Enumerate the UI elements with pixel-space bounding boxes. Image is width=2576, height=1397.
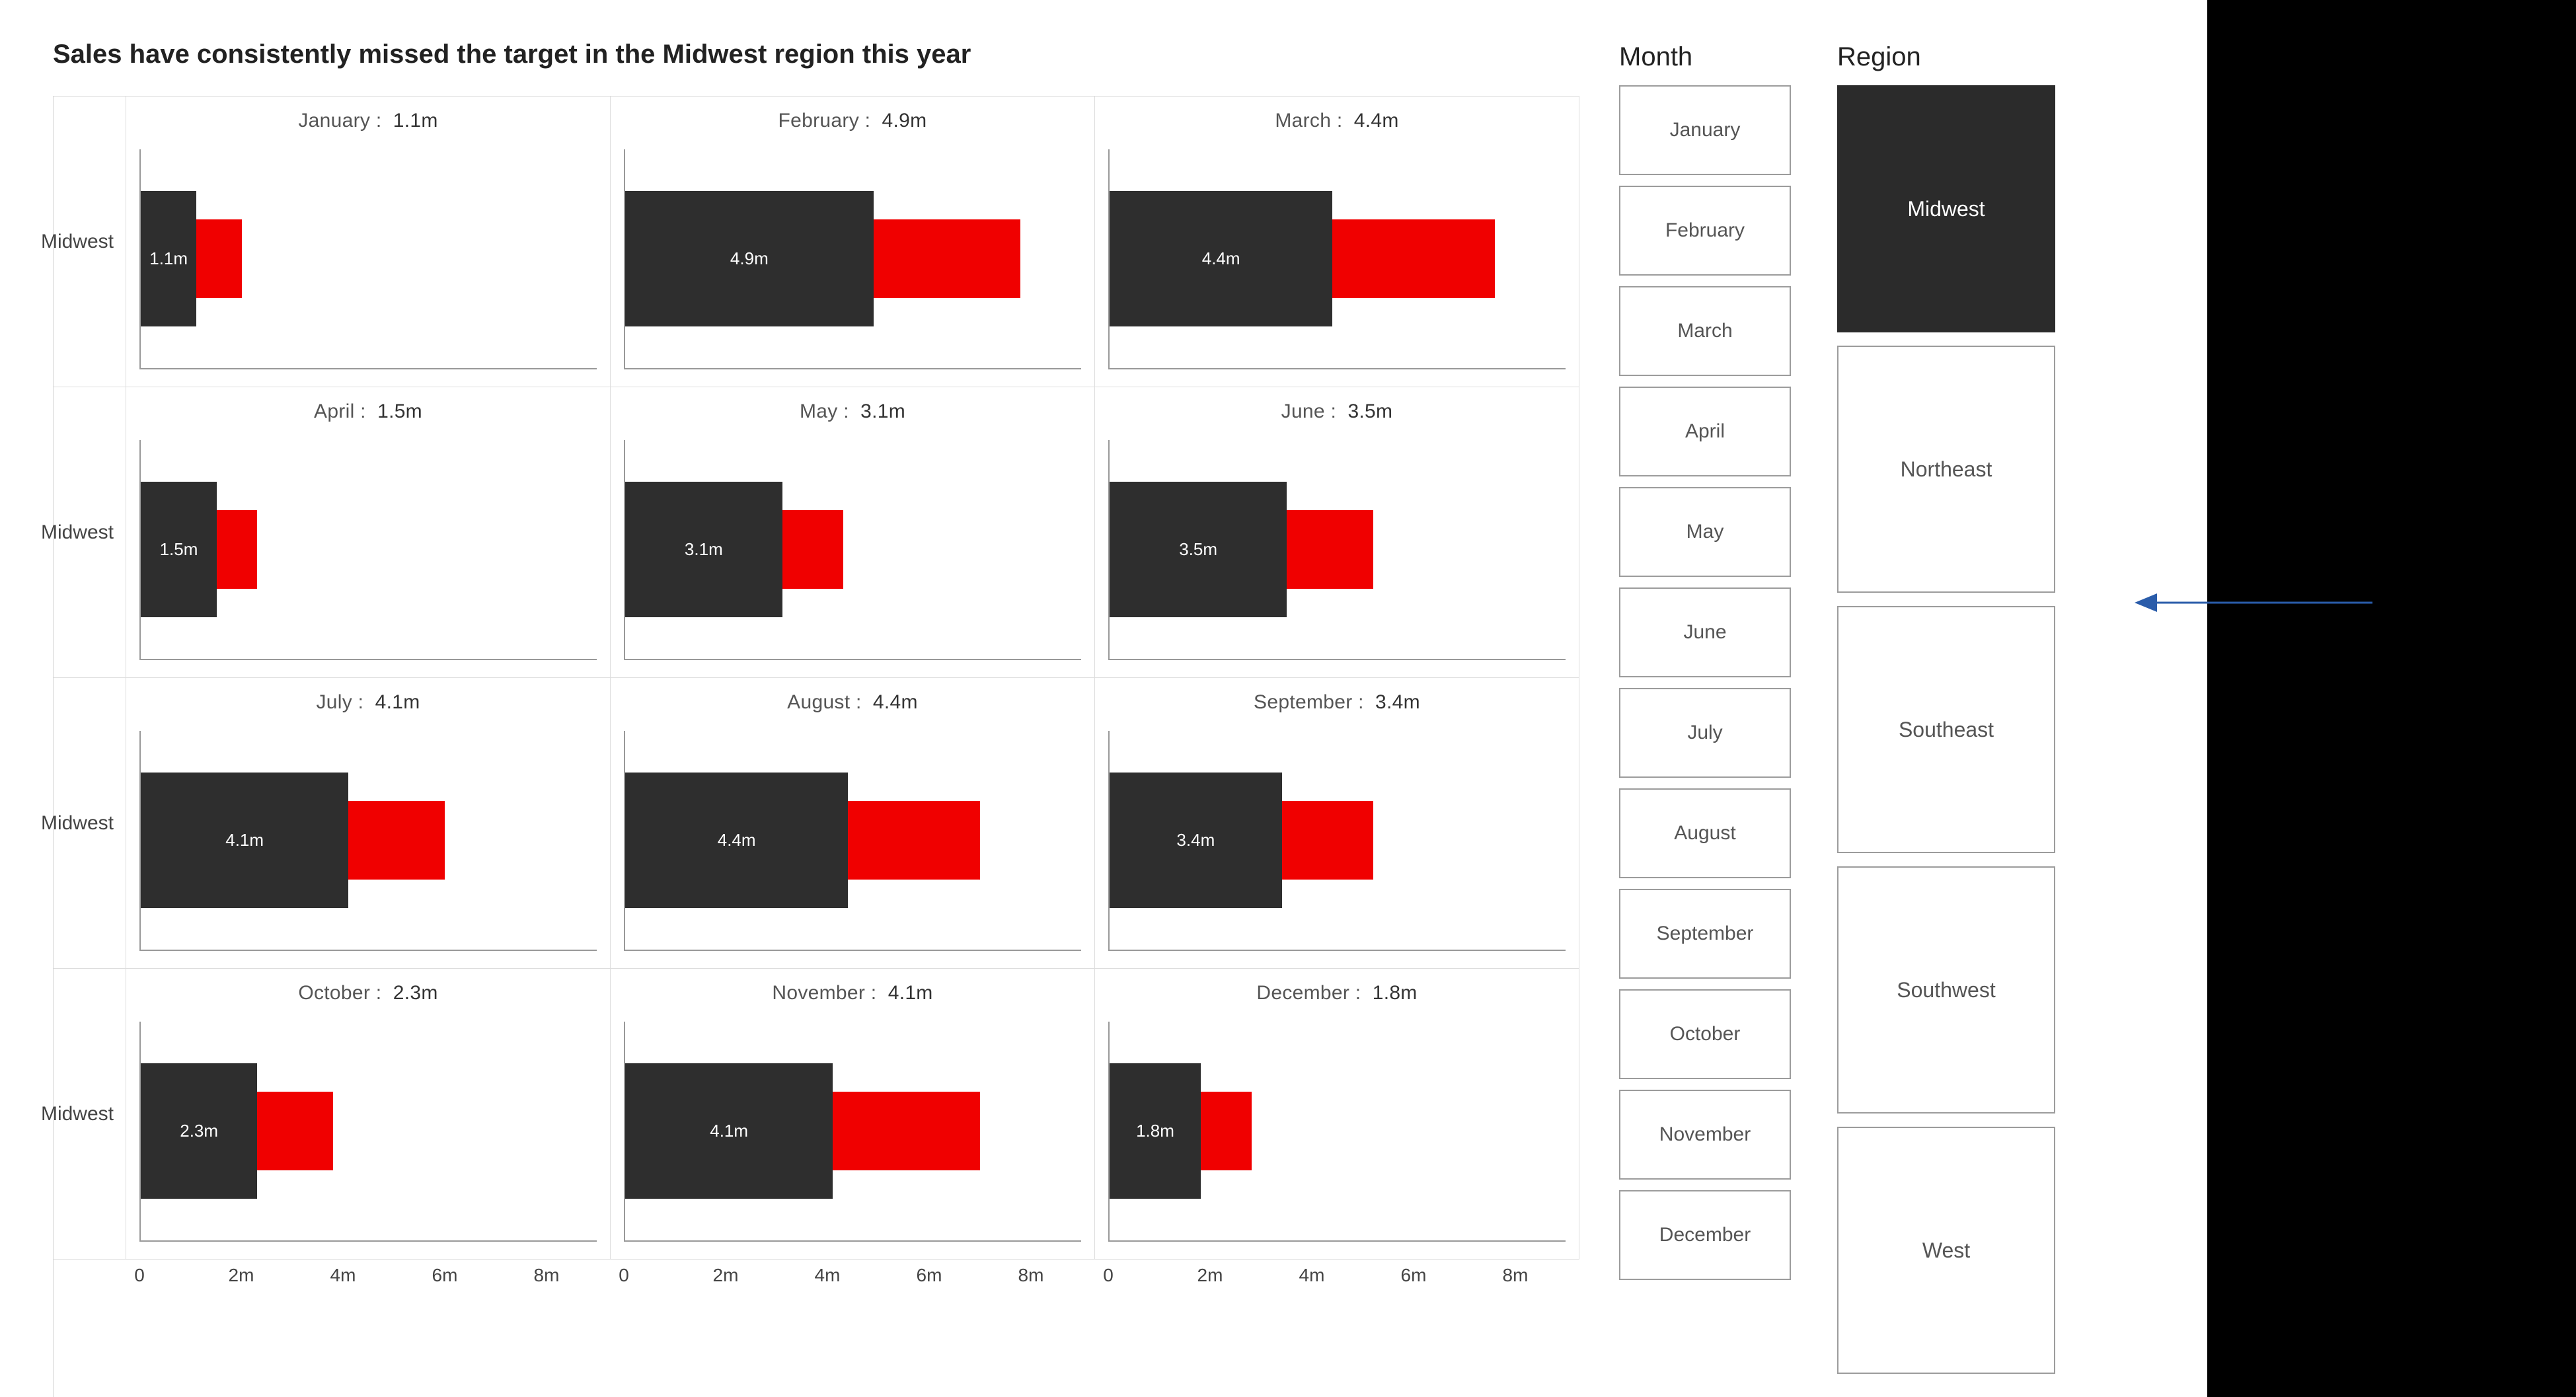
x-axis-tick: 2m xyxy=(1197,1265,1223,1286)
slicer-month-title: Month xyxy=(1619,42,1791,72)
panel-title: October : 2.3m xyxy=(139,982,597,1004)
chart-panel: December : 1.8m 1.8m xyxy=(1095,969,1579,1260)
x-axis-tick: 6m xyxy=(1401,1265,1427,1286)
slicer-region: Region MidwestNortheastSoutheastSouthwes… xyxy=(1837,42,2055,1357)
slicer-month-tile[interactable]: July xyxy=(1619,688,1791,778)
panel-title: April : 1.5m xyxy=(139,400,597,423)
bar-actual: 1.5m xyxy=(141,482,217,617)
x-axis-tick: 4m xyxy=(1299,1265,1325,1286)
bar-actual: 3.5m xyxy=(1110,482,1287,617)
panel-title: January : 1.1m xyxy=(139,110,597,132)
x-axis: 0 2m 4m 6m 8m xyxy=(126,1260,611,1319)
letterbox-right xyxy=(2207,0,2576,1397)
slicer-month: Month January February March April May June Ju… xyxy=(1619,42,1791,1357)
bar-actual: 4.1m xyxy=(625,1063,833,1199)
slicer-region-title: Region xyxy=(1837,42,2055,72)
x-axis-tick: 4m xyxy=(815,1265,841,1286)
slicer-month-tile[interactable]: April xyxy=(1619,387,1791,476)
slicer-month-tile[interactable]: March xyxy=(1619,286,1791,376)
slicer-month-tile[interactable]: January xyxy=(1619,85,1791,175)
panel-plot-area: 2.3m xyxy=(139,1022,597,1242)
y-axis-category-label: Midwest xyxy=(54,969,126,1260)
panel-title: February : 4.9m xyxy=(624,110,1081,132)
slicer-region-tile[interactable]: Southwest xyxy=(1837,866,2055,1114)
panel-plot-area: 1.1m xyxy=(139,149,597,369)
panel-plot-area: 1.5m xyxy=(139,440,597,660)
x-axis-tick: 2m xyxy=(229,1265,254,1286)
panel-plot-area: 4.4m xyxy=(624,731,1081,951)
slicer-month-tile[interactable]: December xyxy=(1619,1190,1791,1280)
slicer-month-tile[interactable]: June xyxy=(1619,587,1791,677)
bar-actual: 4.9m xyxy=(625,191,874,326)
bar-actual: 4.1m xyxy=(141,773,348,908)
slicer-region-tile[interactable]: Midwest xyxy=(1837,85,2055,332)
chart-panel: April : 1.5m 1.5m xyxy=(126,387,611,678)
x-axis-tick: 8m xyxy=(534,1265,560,1286)
bar-actual: 1.1m xyxy=(141,191,196,326)
x-axis-tick: 2m xyxy=(713,1265,739,1286)
x-axis-tick: 0 xyxy=(1103,1265,1114,1286)
panel-title: March : 4.4m xyxy=(1108,110,1566,132)
panel-plot-area: 4.4m xyxy=(1108,149,1566,369)
panel-plot-area: 3.4m xyxy=(1108,731,1566,951)
panel-plot-area: 3.1m xyxy=(624,440,1081,660)
arrow-left-icon xyxy=(2135,593,2157,612)
chart-panel: October : 2.3m 2.3m xyxy=(126,969,611,1260)
slicer-region-tile[interactable]: Northeast xyxy=(1837,346,2055,593)
panel-title: December : 1.8m xyxy=(1108,982,1566,1004)
bar-actual: 4.4m xyxy=(1110,191,1332,326)
x-axis-tick: 0 xyxy=(619,1265,629,1286)
small-multiples-grid: Midwest January : 1.1m 1.1m February : 4.9m… xyxy=(53,96,1579,1397)
panel-plot-area: 4.1m xyxy=(139,731,597,951)
slicer-month-tile[interactable]: November xyxy=(1619,1090,1791,1180)
chart-panel: January : 1.1m 1.1m xyxy=(126,96,611,387)
x-axis-tick: 4m xyxy=(330,1265,356,1286)
chart-panel: November : 4.1m 4.1m xyxy=(611,969,1095,1260)
panel-title: July : 4.1m xyxy=(139,691,597,714)
panel-title: May : 3.1m xyxy=(624,400,1081,423)
bar-actual: 4.4m xyxy=(625,773,848,908)
slicer-region-tile[interactable]: West xyxy=(1837,1127,2055,1374)
chart-panel: May : 3.1m 3.1m xyxy=(611,387,1095,678)
chart-panel: August : 4.4m 4.4m xyxy=(611,678,1095,969)
slicer-month-tile[interactable]: February xyxy=(1619,186,1791,276)
chart-panel: June : 3.5m 3.5m xyxy=(1095,387,1579,678)
x-axis-tick: 6m xyxy=(432,1265,458,1286)
x-axis-tick: 6m xyxy=(917,1265,942,1286)
slicer-month-tile[interactable]: August xyxy=(1619,788,1791,878)
annotation-arrow xyxy=(2135,601,2372,604)
bar-actual: 3.1m xyxy=(625,482,782,617)
y-axis-category-label: Midwest xyxy=(54,678,126,969)
x-axis-tick: 8m xyxy=(1018,1265,1044,1286)
panel-plot-area: 4.1m xyxy=(624,1022,1081,1242)
bar-actual: 2.3m xyxy=(141,1063,257,1199)
slicer-month-tile[interactable]: May xyxy=(1619,487,1791,577)
x-axis-tick: 8m xyxy=(1503,1265,1529,1286)
slicer-panel: Month January February March April May June Ju… xyxy=(1619,40,2168,1357)
panel-title: June : 3.5m xyxy=(1108,400,1566,423)
bar-actual: 1.8m xyxy=(1110,1063,1201,1199)
chart-panel: March : 4.4m 4.4m xyxy=(1095,96,1579,387)
panel-plot-area: 4.9m xyxy=(624,149,1081,369)
slicer-region-tile[interactable]: Southeast xyxy=(1837,606,2055,853)
chart-panel: July : 4.1m 4.1m xyxy=(126,678,611,969)
bar-actual: 3.4m xyxy=(1110,773,1282,908)
x-axis: 0 2m 4m 6m 8m xyxy=(1095,1260,1579,1319)
slicer-month-tile[interactable]: September xyxy=(1619,889,1791,979)
chart-title: Sales have consistently missed the targe… xyxy=(53,40,1579,69)
chart-panel: September : 3.4m 3.4m xyxy=(1095,678,1579,969)
panel-title: November : 4.1m xyxy=(624,982,1081,1004)
panel-title: September : 3.4m xyxy=(1108,691,1566,714)
chart-panel: February : 4.9m 4.9m xyxy=(611,96,1095,387)
y-axis-category-label: Midwest xyxy=(54,96,126,387)
y-axis-category-label: Midwest xyxy=(54,387,126,678)
slicer-month-tile[interactable]: October xyxy=(1619,989,1791,1079)
panel-plot-area: 3.5m xyxy=(1108,440,1566,660)
chart-container: Sales have consistently missed the targe… xyxy=(53,40,1579,1357)
x-axis-tick: 0 xyxy=(134,1265,145,1286)
panel-plot-area: 1.8m xyxy=(1108,1022,1566,1242)
x-axis: 0 2m 4m 6m 8m xyxy=(611,1260,1095,1319)
panel-title: August : 4.4m xyxy=(624,691,1081,714)
